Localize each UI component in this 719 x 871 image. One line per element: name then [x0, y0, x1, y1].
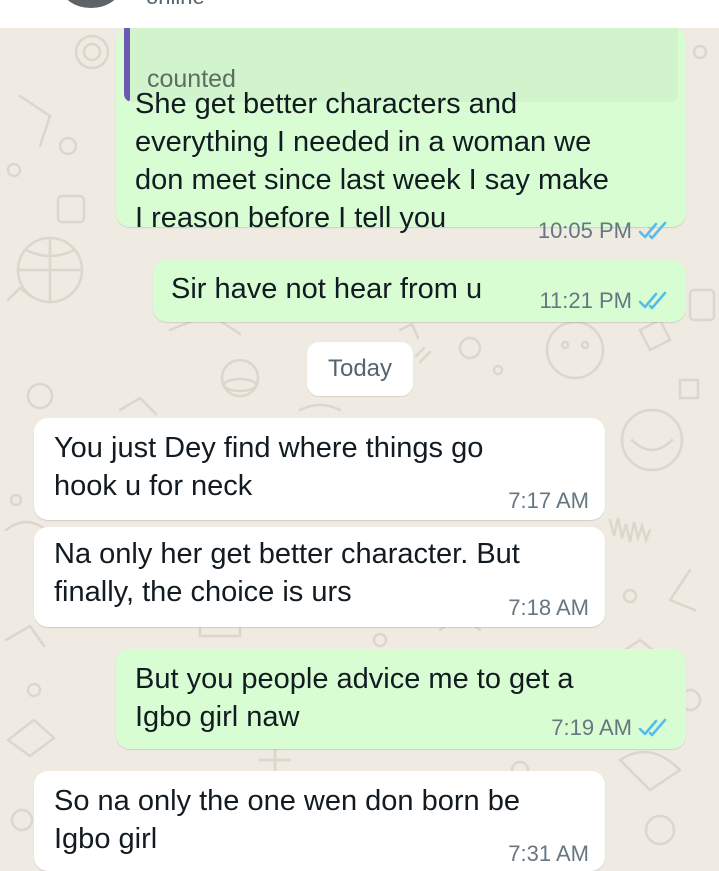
message-line: Sir have not hear from u	[171, 273, 483, 305]
message-line: I reason before I tell you	[135, 202, 447, 234]
double-check-icon	[638, 291, 667, 310]
message-time: 7:31 AM	[508, 841, 589, 866]
message-bubble-incoming[interactable]: So na only the one wen don born be Igbo …	[34, 771, 605, 871]
message-time: 7:17 AM	[508, 488, 589, 513]
quote-accent-bar	[124, 22, 130, 102]
message-line: So na only the one wen don born be	[54, 785, 520, 817]
contact-avatar[interactable]	[62, 0, 120, 8]
message-line: She get better characters and	[135, 88, 518, 120]
message-bubble-outgoing[interactable]: counted She get better characters and ev…	[116, 22, 686, 243]
double-check-icon	[638, 718, 667, 737]
message-time: 10:05 PM	[537, 218, 632, 243]
chat-header: online	[0, 0, 719, 28]
message-meta: 7:17 AM	[508, 488, 589, 514]
message-line: everything I needed in a woman we	[135, 126, 592, 158]
message-line: Igbo girl naw	[135, 701, 300, 733]
message-time: 7:19 AM	[551, 715, 632, 740]
message-line: finally, the choice is urs	[54, 576, 352, 608]
message-line: don meet since last week I say make	[135, 164, 609, 196]
message-meta: 10:05 PM	[538, 218, 668, 244]
message-meta: 11:21 PM	[539, 288, 668, 314]
message-bubble-outgoing[interactable]: But you people advice me to get a Igbo g…	[116, 649, 686, 749]
message-bubble-outgoing[interactable]: Sir have not hear from u 11:21 PM	[153, 260, 686, 322]
message-line: hook u for neck	[54, 470, 253, 502]
message-meta: 7:18 AM	[508, 595, 589, 621]
contact-status: online	[146, 0, 205, 8]
message-line: Na only her get better character. But	[54, 538, 520, 570]
date-divider: Today	[307, 342, 413, 396]
message-line: You just Dey find where things go	[54, 432, 484, 464]
double-check-icon	[638, 221, 667, 240]
message-bubble-incoming[interactable]: Na only her get better character. But fi…	[34, 527, 605, 627]
message-bubble-incoming[interactable]: You just Dey find where things go hook u…	[34, 418, 605, 520]
message-line: But you people advice me to get a	[135, 663, 574, 695]
message-meta: 7:19 AM	[551, 715, 668, 741]
message-time: 11:21 PM	[539, 288, 632, 313]
message-meta: 7:31 AM	[508, 841, 589, 867]
message-time: 7:18 AM	[508, 595, 589, 620]
message-line: Igbo girl	[54, 823, 158, 855]
